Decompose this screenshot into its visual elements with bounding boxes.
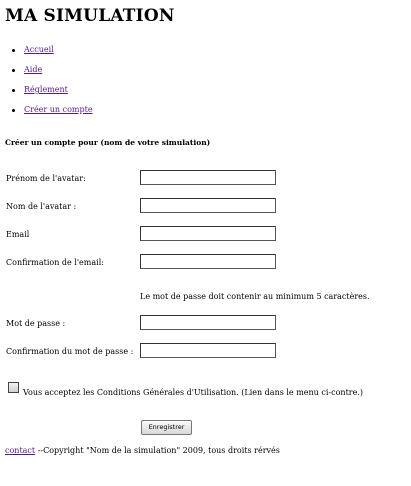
password-note: Le mot de passe doit contenir au minimum… — [140, 292, 370, 301]
email-label: Email — [6, 230, 30, 239]
terms-label: Vous acceptez les Conditions Générales d… — [23, 388, 364, 397]
bullet-icon — [12, 69, 15, 72]
password-input[interactable] — [140, 315, 276, 330]
email-confirm-input[interactable] — [140, 254, 276, 269]
nom-label: Nom de l'avatar : — [6, 202, 77, 211]
bullet-icon — [12, 109, 15, 112]
contact-link[interactable]: contact — [5, 446, 35, 455]
page-title: MA SIMULATION — [5, 6, 175, 26]
submit-button[interactable]: Enregistrer — [141, 420, 192, 435]
aide-link[interactable]: Aide — [24, 65, 42, 74]
bullet-icon — [12, 49, 15, 52]
email-input[interactable] — [140, 226, 276, 241]
footer: contact --Copyright "Nom de la simulatio… — [5, 446, 280, 455]
menu-item-accueil: Accueil — [0, 40, 93, 60]
copyright-text: --Copyright "Nom de la simulation" 2009,… — [37, 446, 280, 455]
password-label: Mot de passe : — [6, 319, 66, 328]
main-menu: Accueil Aide Réglement Créer un compte — [0, 40, 93, 120]
email-confirm-label: Confirmation de l'email: — [6, 258, 104, 267]
menu-item-aide: Aide — [0, 60, 93, 80]
creer-compte-link[interactable]: Créer un compte — [24, 105, 93, 114]
reglement-link[interactable]: Réglement — [24, 85, 68, 94]
password-confirm-input[interactable] — [140, 343, 276, 358]
prenom-label: Prénom de l'avatar: — [6, 174, 86, 183]
password-confirm-label: Confirmation du mot de passe : — [6, 347, 134, 356]
accueil-link[interactable]: Accueil — [24, 45, 54, 54]
menu-item-reglement: Réglement — [0, 80, 93, 100]
nom-input[interactable] — [140, 198, 276, 213]
form-heading: Créer un compte pour (nom de votre simul… — [5, 138, 211, 147]
menu-item-creer-compte: Créer un compte — [0, 100, 93, 120]
terms-checkbox[interactable] — [8, 382, 19, 393]
prenom-input[interactable] — [140, 170, 276, 185]
bullet-icon — [12, 89, 15, 92]
